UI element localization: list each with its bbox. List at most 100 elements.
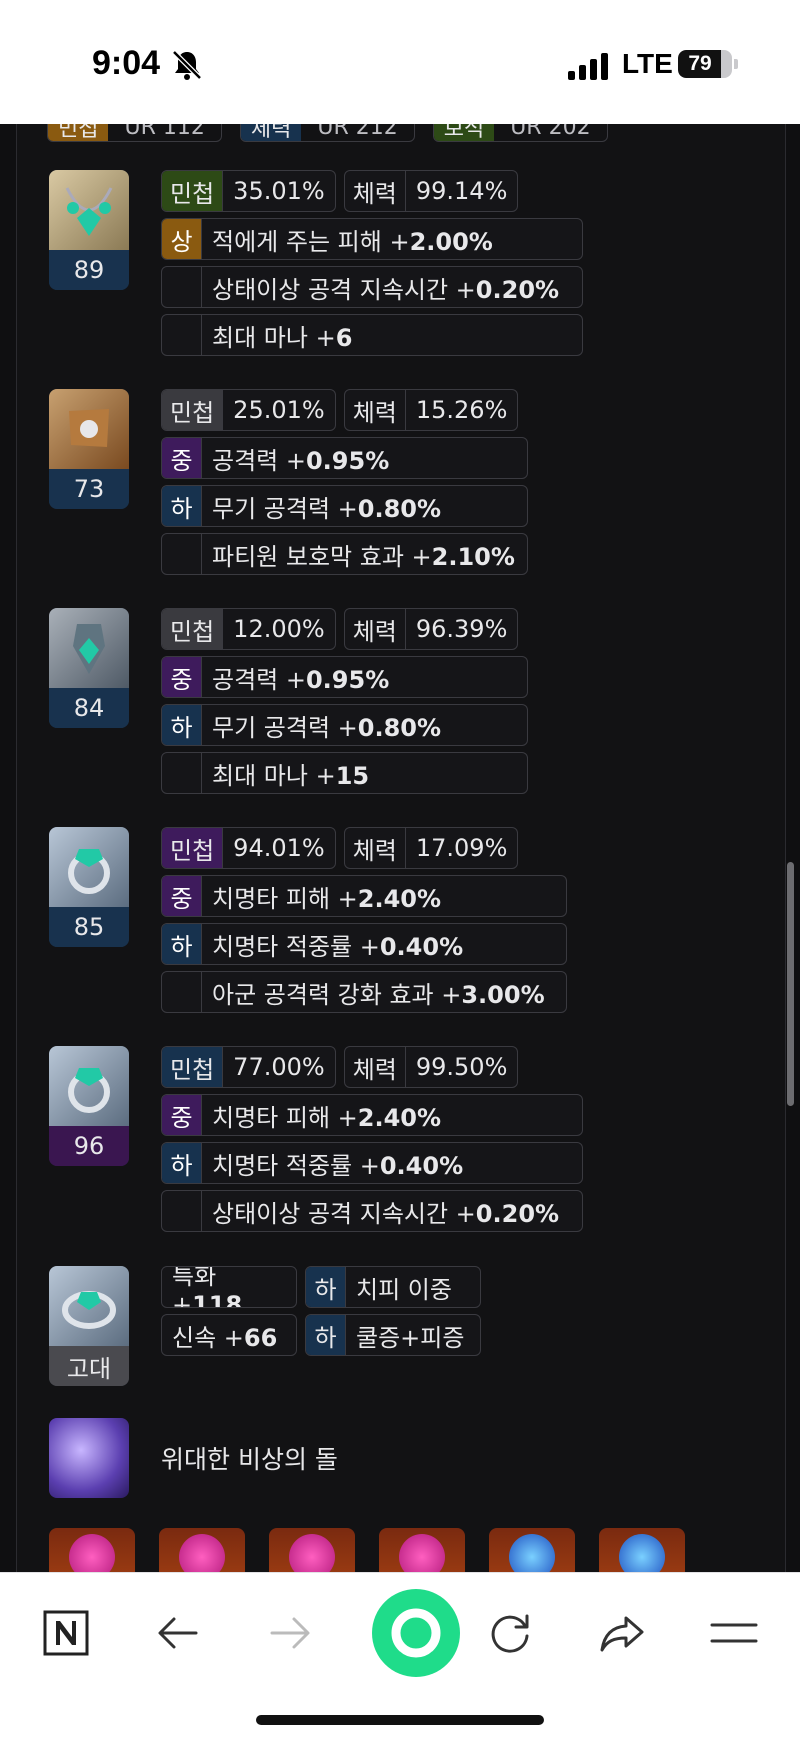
effect-row: 상 적에게 주는 피해 +2.00% xyxy=(161,218,583,260)
grade-badge: 상 xyxy=(162,219,202,259)
share-icon[interactable] xyxy=(592,1603,652,1663)
ability-stone[interactable]: 위대한 비상의 돌 xyxy=(49,1418,338,1498)
top-pill-tag: 보석 xyxy=(433,124,495,141)
grade-badge xyxy=(162,753,202,793)
effect-row: 상태이상 공격 지속시간 +0.20% xyxy=(161,1190,583,1232)
grade-badge: 중 xyxy=(162,1095,202,1135)
effect-text: 적에게 주는 피해 +2.00% xyxy=(212,227,493,256)
earring-icon xyxy=(49,608,129,688)
stat-label: 민첩 xyxy=(162,1047,224,1087)
gem-red-icon[interactable] xyxy=(269,1528,355,1572)
bracelet-grade: 고대 xyxy=(49,1346,129,1386)
signal-icon xyxy=(568,52,610,80)
bracelet-effect-text: 쿨증+피증 xyxy=(356,1323,465,1352)
status-time: 9:04 xyxy=(92,44,161,82)
stat-label: 체력 xyxy=(345,828,406,868)
bracelet-effect: 하 치피 이중 xyxy=(305,1266,481,1308)
effect-row: 중 공격력 +0.95% xyxy=(161,656,528,698)
gem-red-icon[interactable] xyxy=(159,1528,245,1572)
effect-row: 하 무기 공격력 +0.80% xyxy=(161,485,528,527)
effect-row: 상태이상 공격 지속시간 +0.20% xyxy=(161,266,583,308)
stat-label: 민첩 xyxy=(162,609,224,649)
grade-badge: 하 xyxy=(306,1267,346,1307)
stat-label: 민첩 xyxy=(162,390,224,430)
top-pill-value: UR 202 xyxy=(510,124,591,140)
gem-blue-icon[interactable] xyxy=(599,1528,685,1572)
stat-cell: 민첩 25.01% xyxy=(161,389,336,431)
forward-arrow-icon[interactable] xyxy=(260,1603,320,1663)
accessory-stats: 민첩 35.01% 체력 99.14% 상 적에게 주는 피해 +2.00% 상태이상… xyxy=(161,170,583,362)
effect-text: 최대 마나 +15 xyxy=(212,761,370,790)
stat-value: 94.01% xyxy=(233,834,325,862)
equipment-panel[interactable]: 민첩 UR 112 체력 UR 212 보석 UR 202 89 민첩 35.01… xyxy=(16,124,786,1572)
accessory-quality: 73 xyxy=(49,469,129,509)
accessory-quality: 84 xyxy=(49,688,129,728)
accessory-thumbnail[interactable]: 89 xyxy=(49,170,129,290)
base-stat-row: 민첩 35.01% 체력 99.14% xyxy=(161,170,583,212)
bracelet-stat-text: 신속 +66 xyxy=(172,1323,278,1352)
accessory-quality: 89 xyxy=(49,250,129,290)
menu-icon[interactable] xyxy=(704,1603,764,1663)
stat-cell: 체력 99.50% xyxy=(343,1046,519,1088)
effect-text: 무기 공격력 +0.80% xyxy=(212,713,442,742)
grade-badge xyxy=(162,972,202,1012)
home-indicator xyxy=(256,1715,544,1725)
grade-badge xyxy=(162,1191,202,1231)
battery-level: 79 xyxy=(688,52,712,75)
gem-blue-icon[interactable] xyxy=(489,1528,575,1572)
bracelet-effect-text: 치피 이중 xyxy=(356,1275,452,1304)
stat-value: 35.01% xyxy=(233,177,325,205)
grade-badge: 하 xyxy=(306,1315,346,1355)
necklace-icon xyxy=(49,170,129,250)
bracelet-row: 특화 +118 하 치피 이중 xyxy=(161,1266,481,1308)
browser-toolbar xyxy=(0,1572,800,1739)
gem-red-icon[interactable] xyxy=(49,1528,135,1572)
back-arrow-icon[interactable] xyxy=(148,1603,208,1663)
grade-badge: 하 xyxy=(162,924,202,964)
stat-label: 민첩 xyxy=(162,828,224,868)
effect-row: 아군 공격력 강화 효과 +3.00% xyxy=(161,971,567,1013)
accessory-thumbnail[interactable]: 96 xyxy=(49,1046,129,1166)
stat-label: 체력 xyxy=(345,390,406,430)
effect-text: 상태이상 공격 지속시간 +0.20% xyxy=(212,1199,560,1228)
scrollbar[interactable] xyxy=(787,862,794,1106)
stat-label: 체력 xyxy=(345,1047,406,1087)
top-pill-value: UR 112 xyxy=(124,124,205,140)
grade-badge: 중 xyxy=(162,876,202,916)
battery-tip xyxy=(734,59,738,69)
effect-row: 중 공격력 +0.95% xyxy=(161,437,528,479)
effect-row: 파티원 보호막 효과 +2.10% xyxy=(161,533,528,575)
bracelet-stat: 특화 +118 xyxy=(161,1266,297,1308)
effect-text: 최대 마나 +6 xyxy=(212,323,353,352)
battery-icon: 79 xyxy=(678,50,732,78)
ring-icon xyxy=(49,1046,129,1126)
base-stat-row: 민첩 94.01% 체력 17.09% xyxy=(161,827,567,869)
silent-bell-icon xyxy=(172,50,202,80)
accessory-thumbnail[interactable]: 85 xyxy=(49,827,129,947)
status-bar: 9:04 LTE 79 xyxy=(0,0,800,124)
ring-icon xyxy=(49,827,129,907)
bracelet-thumbnail[interactable]: 고대 xyxy=(49,1266,129,1386)
accessory-stats: 민첩 25.01% 체력 15.26% 중 공격력 +0.95% 하 무기 공격력 +0… xyxy=(161,389,528,581)
naver-icon[interactable] xyxy=(36,1603,96,1663)
top-pill: 민첩 UR 112 xyxy=(47,124,222,142)
grade-badge: 하 xyxy=(162,1143,202,1183)
top-pill: 체력 UR 212 xyxy=(239,124,415,142)
top-pill-tag: 체력 xyxy=(240,124,302,141)
green-dot-icon[interactable] xyxy=(370,1587,462,1679)
bracelet-stat-text: 특화 +118 xyxy=(172,1266,243,1308)
refresh-icon[interactable] xyxy=(480,1603,540,1663)
accessory-stats: 민첩 12.00% 체력 96.39% 중 공격력 +0.95% 하 무기 공격력 +0… xyxy=(161,608,528,800)
effect-row: 하 치명타 적중률 +0.40% xyxy=(161,923,567,965)
stat-value: 12.00% xyxy=(233,615,325,643)
stat-value: 25.01% xyxy=(233,396,325,424)
grade-badge: 하 xyxy=(162,486,202,526)
stat-cell: 체력 96.39% xyxy=(343,608,519,650)
top-pill-value: UR 212 xyxy=(317,124,398,140)
stone-icon xyxy=(49,1418,129,1498)
earring-icon xyxy=(49,389,129,469)
stat-cell: 체력 17.09% xyxy=(343,827,519,869)
gem-red-icon[interactable] xyxy=(379,1528,465,1572)
accessory-thumbnail[interactable]: 84 xyxy=(49,608,129,728)
accessory-thumbnail[interactable]: 73 xyxy=(49,389,129,509)
